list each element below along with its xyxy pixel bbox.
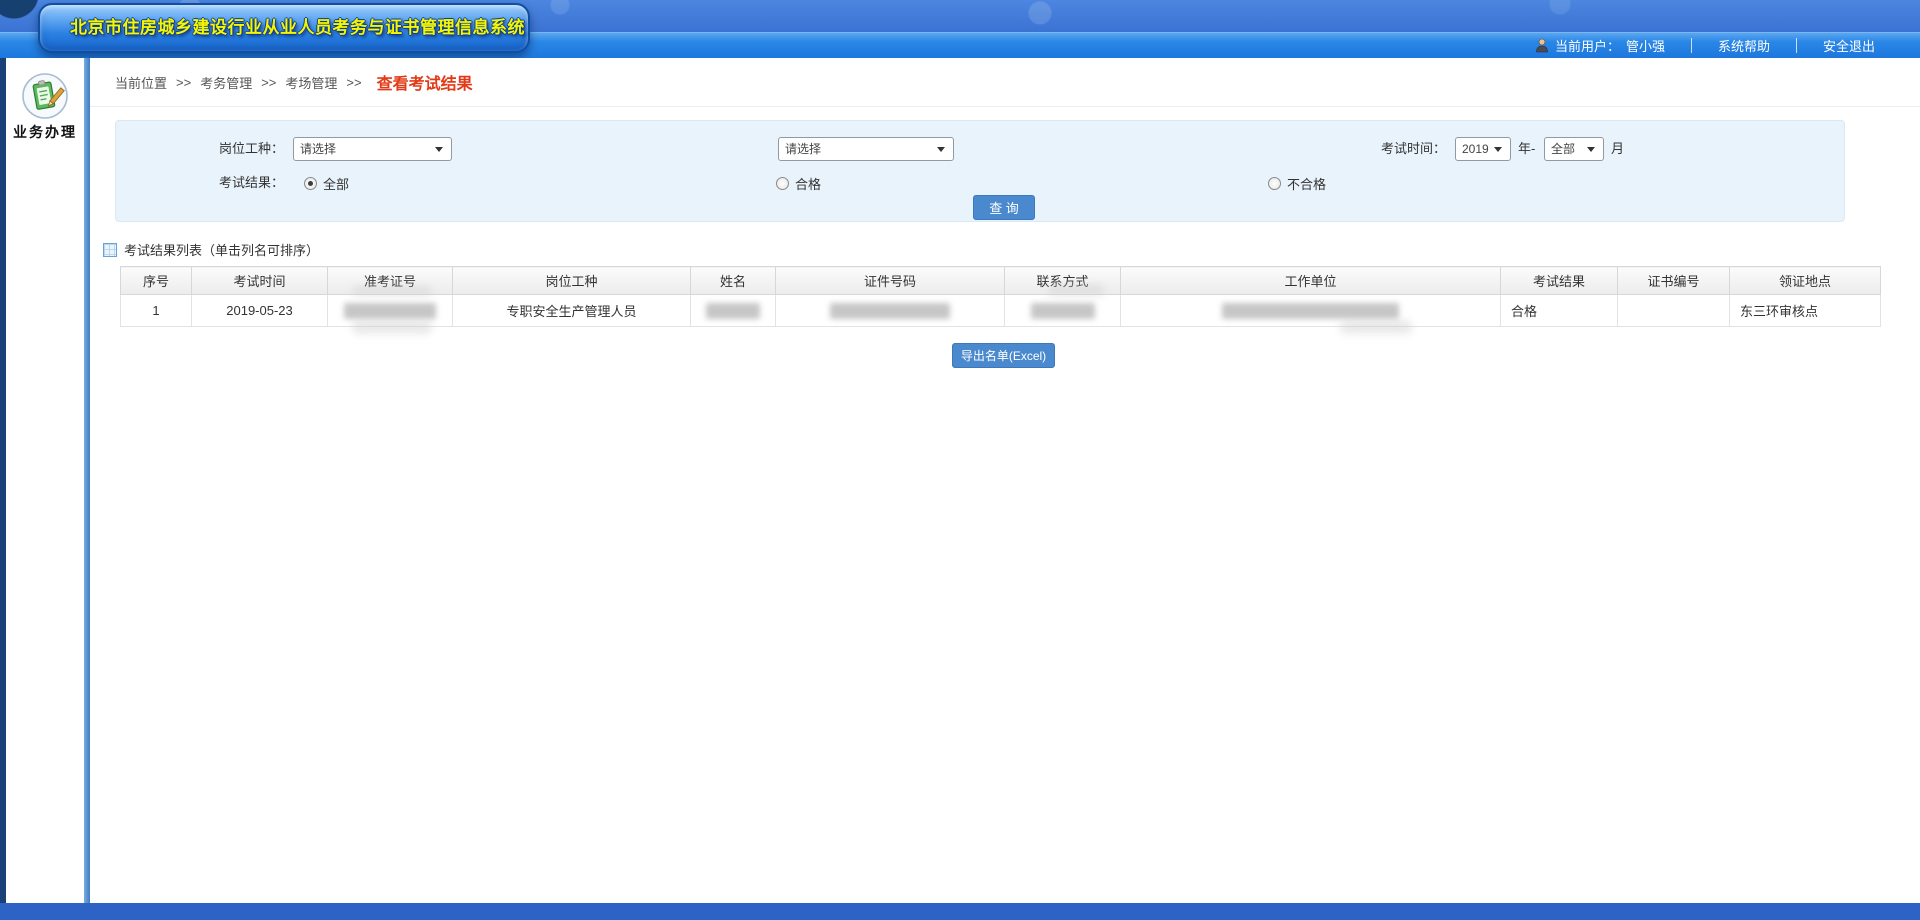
column-header-seq[interactable]: 序号	[121, 267, 192, 295]
cell-exam-time: 2019-05-23	[192, 295, 328, 327]
column-header-id-number[interactable]: 证件号码	[776, 267, 1005, 295]
result-radio-pass[interactable]: 合格	[776, 171, 821, 195]
sidebar: 业务办理	[6, 58, 84, 903]
redacted-contact	[1031, 303, 1095, 319]
column-header-cert-no[interactable]: 证书编号	[1618, 267, 1730, 295]
current-user-label: 当前用户：	[1555, 36, 1620, 55]
redacted-name	[706, 303, 760, 319]
column-header-exam-time[interactable]: 考试时间	[192, 267, 328, 295]
month-select[interactable]: 全部	[1544, 137, 1604, 161]
cell-job-type: 专职安全生产管理人员	[453, 295, 691, 327]
job-type-label: 岗位工种：	[116, 137, 284, 161]
cell-cert-location: 东三环审核点	[1730, 295, 1881, 327]
breadcrumb-item-exam-admin[interactable]: 考务管理	[200, 73, 252, 92]
category-select-value: 请选择	[785, 142, 821, 156]
radio-button-all[interactable]	[304, 177, 317, 190]
category-select[interactable]: 请选择	[778, 137, 954, 161]
column-header-name[interactable]: 姓名	[691, 267, 776, 295]
column-header-exam-result[interactable]: 考试结果	[1501, 267, 1618, 295]
system-title: 北京市住房城乡建设行业从业人员考务与证书管理信息系统	[40, 5, 528, 51]
column-header-job-type[interactable]: 岗位工种	[453, 267, 691, 295]
main-region: 业务办理 当前位置 >> 考务管理 >> 考场管理 >> 查看考试结果 岗位工种…	[0, 58, 1920, 903]
content-area: 当前位置 >> 考务管理 >> 考场管理 >> 查看考试结果 岗位工种： 请选择…	[90, 58, 1920, 903]
system-title-banner: 北京市住房城乡建设行业从业人员考务与证书管理信息系统	[38, 3, 530, 53]
search-panel: 岗位工种： 请选择 请选择 考试时间： 2019 年- 全部 月 考试结果：	[115, 120, 1845, 222]
job-type-select[interactable]: 请选择	[293, 137, 452, 161]
year-select-value: 2019	[1462, 142, 1489, 156]
export-excel-button[interactable]: 导出名单(Excel)	[952, 343, 1055, 368]
page-title: 查看考试结果	[377, 70, 473, 94]
cell-seq: 1	[121, 295, 192, 327]
breadcrumb-separator: >>	[346, 75, 361, 90]
cell-cert-no	[1618, 295, 1730, 327]
column-header-contact[interactable]: 联系方式	[1005, 267, 1121, 295]
result-radio-all[interactable]: 全部	[304, 171, 349, 195]
logout-link[interactable]: 安全退出	[1823, 36, 1875, 55]
year-select[interactable]: 2019	[1455, 137, 1511, 161]
result-radio-fail[interactable]: 不合格	[1268, 171, 1326, 195]
breadcrumb-separator: >>	[176, 75, 191, 90]
radio-label-pass: 合格	[795, 174, 821, 193]
cell-contact	[1005, 295, 1121, 327]
list-header: 考试结果列表（单击列名可排序）	[103, 240, 319, 259]
breadcrumb-location-label: 当前位置	[115, 73, 167, 92]
cell-exam-result: 合格	[1501, 295, 1618, 327]
system-help-link[interactable]: 系统帮助	[1718, 36, 1770, 55]
exam-time-label: 考试时间：	[1346, 137, 1446, 161]
exam-result-label: 考试结果：	[116, 171, 284, 195]
redacted-admission-no	[344, 303, 436, 319]
month-unit-label: 月	[1611, 137, 1631, 161]
job-type-select-value: 请选择	[300, 142, 336, 156]
year-unit-label: 年-	[1518, 137, 1546, 161]
radio-button-fail[interactable]	[1268, 177, 1281, 190]
page: 当前用户： 管小强 系统帮助 安全退出 北京市住房城乡建设行业从业人员考务与证书…	[0, 0, 1920, 920]
month-select-value: 全部	[1551, 142, 1575, 156]
cell-name	[691, 295, 776, 327]
breadcrumb-separator: >>	[261, 75, 276, 90]
results-table: 序号 考试时间 准考证号 岗位工种 姓名 证件号码 联系方式 工作单位 考试结果…	[120, 266, 1881, 327]
column-header-cert-location[interactable]: 领证地点	[1730, 267, 1881, 295]
current-user-name: 管小强	[1626, 36, 1665, 55]
sidebar-item-business[interactable]: 业务办理	[6, 122, 84, 142]
column-header-work-unit[interactable]: 工作单位	[1121, 267, 1501, 295]
radio-label-all: 全部	[323, 174, 349, 193]
cell-admission-no	[328, 295, 453, 327]
user-area: 当前用户： 管小强 系统帮助 安全退出	[1535, 32, 1875, 58]
breadcrumb: 当前位置 >> 考务管理 >> 考场管理 >> 查看考试结果	[90, 58, 1920, 107]
radio-label-fail: 不合格	[1287, 174, 1326, 193]
radio-button-pass[interactable]	[776, 177, 789, 190]
cell-work-unit	[1121, 295, 1501, 327]
column-header-admission-no[interactable]: 准考证号	[328, 267, 453, 295]
user-avatar-icon	[1535, 38, 1549, 53]
list-title: 考试结果列表（单击列名可排序）	[124, 240, 319, 259]
table-grid-icon	[103, 243, 117, 257]
business-clipboard-icon[interactable]	[21, 72, 69, 120]
table-header-row: 序号 考试时间 准考证号 岗位工种 姓名 证件号码 联系方式 工作单位 考试结果…	[121, 267, 1881, 295]
cell-id-number	[776, 295, 1005, 327]
query-button[interactable]: 查 询	[973, 195, 1035, 220]
topbar-divider	[1796, 38, 1797, 53]
table-row: 1 2019-05-23 专职安全生产管理人员 合格 东三环审核点	[121, 295, 1881, 327]
breadcrumb-item-venue-admin[interactable]: 考场管理	[285, 73, 337, 92]
topbar-divider	[1691, 38, 1692, 53]
redacted-id-number	[830, 303, 950, 319]
redacted-work-unit	[1222, 303, 1399, 319]
